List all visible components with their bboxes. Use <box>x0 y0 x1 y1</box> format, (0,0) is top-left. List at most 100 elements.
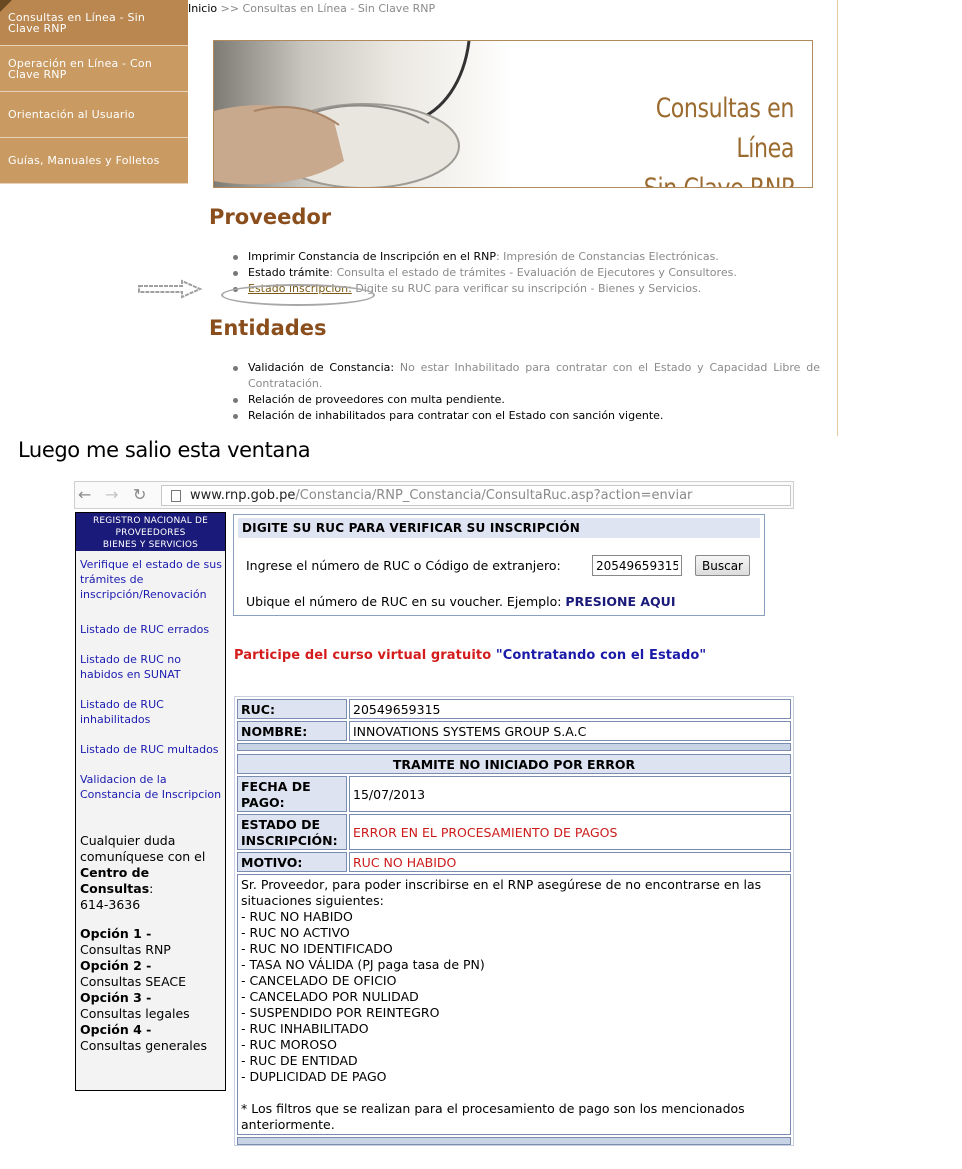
list-item-desc: Digite su RUC para verificar su inscripc… <box>351 282 702 295</box>
sidebar-header-line: BIENES Y SERVICIOS <box>102 540 199 550</box>
notice-footer: * Los filtros que se realizan para el pr… <box>241 1101 745 1132</box>
sidebar-link-validacion[interactable]: Validacion de la Constancia de Inscripci… <box>80 772 226 802</box>
breadcrumb-current: >> Consultas en Línea - Sin Clave RNP <box>217 2 436 15</box>
ruc-field-label: Ingrese el número de RUC o Código de ext… <box>246 558 561 573</box>
page-icon <box>171 490 181 502</box>
hand-on-mouse-icon <box>214 41 471 187</box>
print-constancia-link[interactable]: Imprimir Constancia de Inscripción en el… <box>248 250 496 263</box>
situation-item: - SUSPENDIDO POR REINTEGRO <box>241 1005 440 1020</box>
option-label: Opción 3 - <box>80 990 152 1005</box>
sidebar-link-verifique[interactable]: Verifique el estado de sus trámites de i… <box>80 557 226 602</box>
nav-item-label: Operación en Línea - Con Clave RNP <box>8 56 153 81</box>
sidebar-options: Opción 1 - Consultas RNP Opción 2 - Consul… <box>80 926 226 1054</box>
caption-text: Luego me salio esta ventana <box>18 438 311 462</box>
estado-label: ESTADO DE INSCRIPCIÓN: <box>237 814 347 850</box>
fecha-value: 15/07/2013 <box>349 776 791 812</box>
proveedor-heading: Proveedor <box>209 205 332 229</box>
option-text: Consultas RNP <box>80 942 171 957</box>
course-promo: Participe del curso virtual gratuito "Co… <box>234 648 706 663</box>
validacion-constancia-link[interactable]: Validación de Constancia: <box>248 361 394 374</box>
list-item: Validación de Constancia: No estar Inhab… <box>230 360 820 392</box>
reload-icon[interactable]: ↻ <box>133 486 146 504</box>
option-label: Opción 4 - <box>80 1022 152 1037</box>
situation-item: - DUPLICIDAD DE PAGO <box>241 1069 387 1084</box>
situation-item: - CANCELADO DE OFICIO <box>241 973 397 988</box>
contact-center: Centro de Consultas <box>80 865 150 896</box>
list-item-desc: : Consulta el estado de trámites - Evalu… <box>329 266 737 279</box>
nav-item-label: Orientación al Usuario <box>8 108 135 121</box>
nav-item-consultas-sin-clave[interactable]: Consultas en Línea - Sin Clave RNP <box>0 0 188 46</box>
situation-item: - RUC DE ENTIDAD <box>241 1053 358 1068</box>
nav-item-label: Guías, Manuales y Folletos <box>8 154 160 167</box>
entidades-list: Validación de Constancia: No estar Inhab… <box>230 360 820 424</box>
forward-arrow-icon[interactable]: → <box>105 486 118 504</box>
ruc-search-form: DIGITE SU RUC PARA VERIFICAR SU INSCRIPC… <box>233 514 765 616</box>
notice-box: Sr. Proveedor, para poder inscribirse en… <box>237 874 791 1135</box>
list-item: Relación de proveedores con multa pendie… <box>230 392 820 408</box>
nav-corner-decoration <box>0 0 12 12</box>
banner: Consultas en Línea Sin Clave RNP <box>213 40 813 188</box>
proveedores-multa-link[interactable]: Relación de proveedores con multa pendie… <box>248 393 505 406</box>
separator-bar <box>237 743 791 751</box>
nav-item-orientacion[interactable]: Orientación al Usuario <box>0 92 188 138</box>
inhabilitados-link[interactable]: Relación de inhabilitados para contratar… <box>248 409 663 422</box>
nombre-label: NOMBRE: <box>237 721 347 741</box>
course-link[interactable]: "Contratando con el Estado" <box>496 648 706 663</box>
ruc-value: 20549659315 <box>349 699 791 719</box>
banner-title-line2: Sin Clave RNP <box>605 169 795 187</box>
back-arrow-icon[interactable]: ← <box>78 486 91 504</box>
situation-item: - RUC NO HABIDO <box>241 909 353 924</box>
nav-item-guias[interactable]: Guías, Manuales y Folletos <box>0 138 188 184</box>
sidebar-header-line: REGISTRO NACIONAL DE <box>92 516 209 526</box>
voucher-hint: Ubique el número de RUC en su voucher. E… <box>246 594 675 609</box>
motivo-value: RUC NO HABIDO <box>349 852 791 872</box>
form-title: DIGITE SU RUC PARA VERIFICAR SU INSCRIPC… <box>238 518 760 538</box>
promo-text: Participe del curso virtual gratuito <box>234 648 496 663</box>
sidebar-header: REGISTRO NACIONAL DE PROVEEDORES BIENES … <box>76 513 225 551</box>
estado-tramite-link[interactable]: Estado trámite <box>248 266 329 279</box>
rnp-sidebar: REGISTRO NACIONAL DE PROVEEDORES BIENES … <box>75 512 226 1091</box>
browser-toolbar: ← → ↻ www.rnp.gob.pe/Constancia/RNP_Cons… <box>74 481 794 509</box>
breadcrumb: Inicio >> Consultas en Línea - Sin Clave… <box>188 2 435 15</box>
banner-title-line1: Consultas en Línea <box>655 93 795 164</box>
option-label: Opción 2 - <box>80 958 152 973</box>
option-text: Consultas SEACE <box>80 974 187 989</box>
left-nav: Consultas en Línea - Sin Clave RNP Opera… <box>0 0 188 184</box>
sidebar-link-ruc-inhabilitados[interactable]: Listado de RUC inhabilitados <box>80 697 180 727</box>
sidebar-link-ruc-no-habidos[interactable]: Listado de RUC no habidos en SUNAT <box>80 652 190 682</box>
motivo-label: MOTIVO: <box>237 852 347 872</box>
banner-title: Consultas en Línea Sin Clave RNP <box>605 89 795 187</box>
page-divider <box>837 0 838 436</box>
list-item: Estado trámite: Consulta el estado de tr… <box>230 265 820 281</box>
breadcrumb-home-link[interactable]: Inicio <box>188 2 217 15</box>
address-bar[interactable]: www.rnp.gob.pe/Constancia/RNP_Constancia… <box>161 485 791 506</box>
entidades-heading: Entidades <box>209 316 327 340</box>
sidebar-contact: Cualquier duda comuníquese con el Centro… <box>80 833 206 912</box>
list-item: Imprimir Constancia de Inscripción en el… <box>230 249 820 265</box>
url-path: /Constancia/RNP_Constancia/ConsultaRuc.a… <box>295 488 693 503</box>
situation-item: - RUC NO IDENTIFICADO <box>241 941 393 956</box>
nav-item-label: Consultas en Línea - Sin Clave RNP <box>8 10 146 35</box>
fecha-label: FECHA DE PAGO: <box>237 776 347 812</box>
sidebar-header-line: PROVEEDORES <box>115 528 186 538</box>
nav-item-operacion-con-clave[interactable]: Operación en Línea - Con Clave RNP <box>0 46 188 92</box>
presione-aqui-link[interactable]: PRESIONE AQUI <box>565 594 675 609</box>
buscar-button[interactable]: Buscar <box>695 555 750 576</box>
separator-bar <box>237 1137 791 1145</box>
option-text: Consultas generales <box>80 1038 207 1053</box>
option-label: Opción 1 - <box>80 926 152 941</box>
result-table: RUC: 20549659315 NOMBRE: INNOVATIONS SYS… <box>234 696 794 1146</box>
status-title: TRAMITE NO INICIADO POR ERROR <box>237 754 791 774</box>
mouse-photo-image <box>214 41 514 187</box>
nombre-value: INNOVATIONS SYSTEMS GROUP S.A.C <box>349 721 791 741</box>
estado-value: ERROR EN EL PROCESAMIENTO DE PAGOS <box>349 814 791 850</box>
notice-spacer <box>241 1085 787 1101</box>
highlight-circle-annotation <box>221 284 375 306</box>
contact-intro: Cualquier duda comuníquese con el <box>80 833 206 864</box>
sidebar-link-ruc-errados[interactable]: Listado de RUC errados <box>80 622 226 637</box>
voucher-text: Ubique el número de RUC en su voucher. E… <box>246 594 562 609</box>
sidebar-link-ruc-multados[interactable]: Listado de RUC multados <box>80 742 226 757</box>
arrow-right-icon <box>138 279 203 299</box>
ruc-input[interactable] <box>592 555 682 576</box>
situation-item: - CANCELADO POR NULIDAD <box>241 989 419 1004</box>
